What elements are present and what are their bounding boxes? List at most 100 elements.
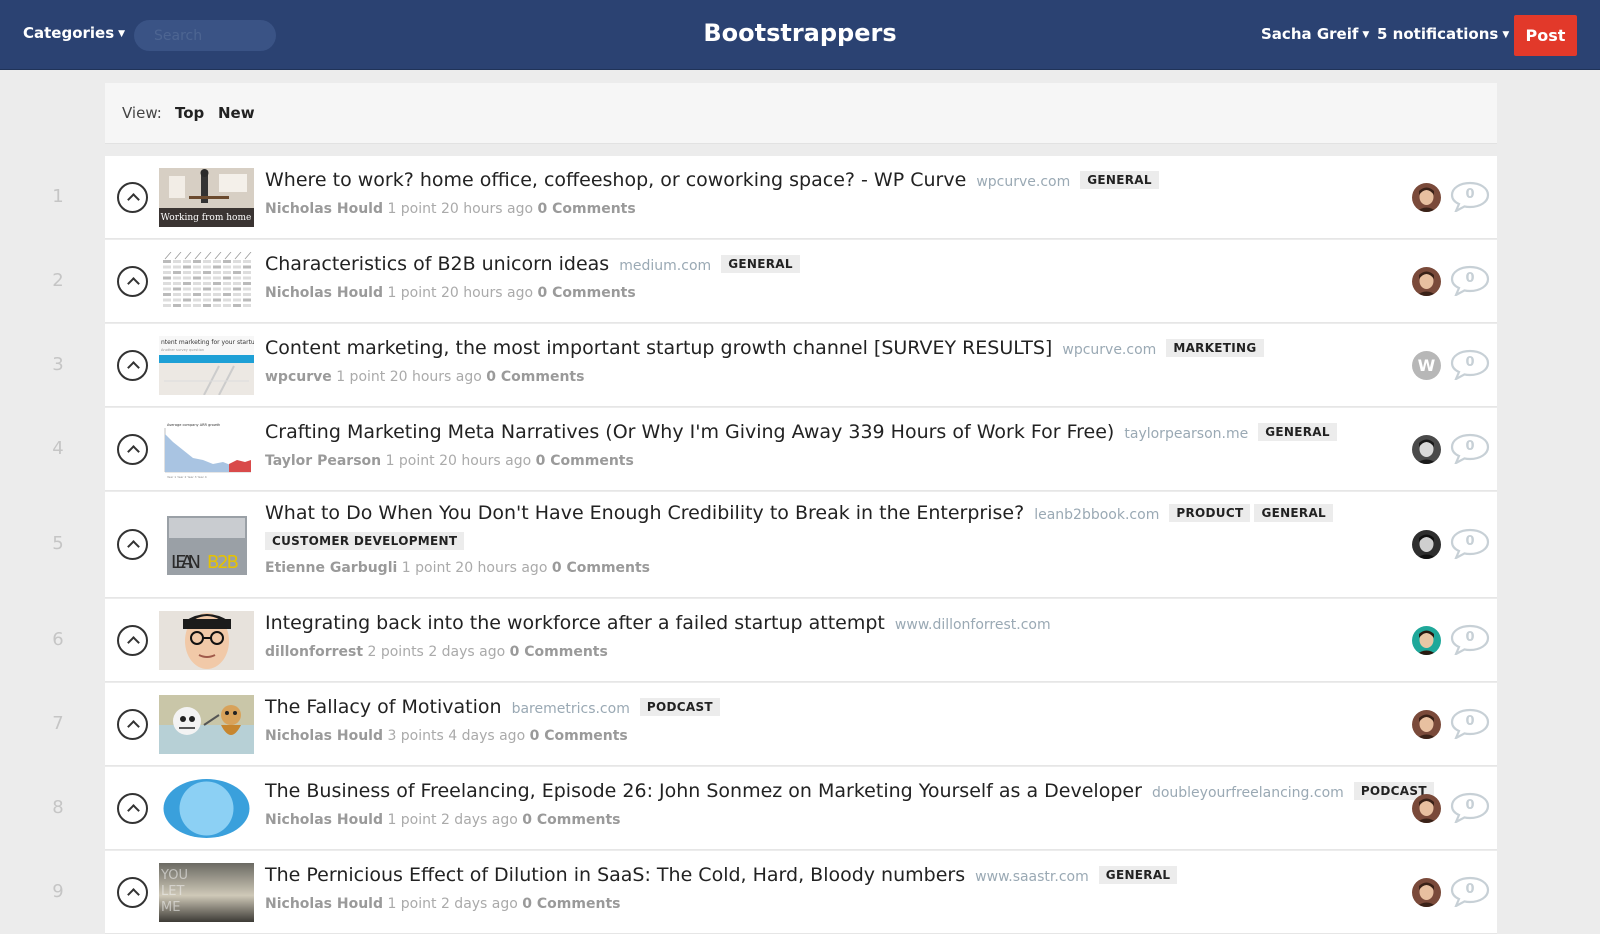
view-label: View: [122, 104, 162, 122]
post-time: 20 hours ago [440, 201, 534, 217]
post-title-link[interactable]: Characteristics of B2B unicorn ideas [265, 253, 609, 275]
post-title-link[interactable]: Crafting Marketing Meta Narratives (Or W… [265, 421, 1114, 443]
post-thumbnail[interactable]: YOU LET ME [159, 863, 254, 922]
author-avatar[interactable] [1412, 625, 1441, 655]
upvote-button[interactable] [117, 529, 148, 560]
post-thumbnail[interactable]: Average company ARR growth Year 1 Year 2 … [159, 420, 254, 479]
author-avatar[interactable]: W [1412, 350, 1441, 380]
post-title-link[interactable]: Content marketing, the most important st… [265, 337, 1052, 359]
post-thumbnail[interactable]: ntent marketing for your startup? Another… [159, 336, 254, 395]
comment-bubble-icon[interactable]: 0 [1450, 265, 1490, 297]
post-tag[interactable]: GENERAL [721, 255, 800, 273]
search-input[interactable] [134, 20, 276, 51]
post-thumbnail[interactable] [159, 252, 254, 311]
upvote-button[interactable] [117, 265, 148, 297]
post-tag[interactable]: GENERAL [1254, 504, 1333, 522]
post-tag[interactable]: MARKETING [1166, 339, 1264, 357]
post-title-link[interactable]: What to Do When You Don't Have Enough Cr… [265, 502, 1024, 524]
post-thumbnail[interactable] [159, 779, 254, 838]
post-author[interactable]: Nicholas Hould [265, 201, 383, 217]
upvote-button[interactable] [117, 349, 148, 381]
post-domain[interactable]: wpcurve.com [976, 174, 1070, 190]
post-button[interactable]: Post [1514, 15, 1577, 56]
post-author[interactable]: dillonforrest [265, 644, 363, 660]
post-comments-link[interactable]: 0 Comments [522, 896, 620, 912]
post-domain[interactable]: doubleyourfreelancing.com [1152, 785, 1344, 801]
post-author[interactable]: Nicholas Hould [265, 728, 383, 744]
post-domain[interactable]: medium.com [619, 258, 711, 274]
upvote-button[interactable] [117, 624, 148, 656]
upvote-button[interactable] [117, 792, 148, 824]
post-comments-link[interactable]: 0 Comments [536, 453, 634, 469]
svg-text:Average company ARR growth: Average company ARR growth [167, 423, 220, 427]
comment-bubble-icon[interactable]: 0 [1450, 181, 1490, 213]
post-author[interactable]: Etienne Garbugli [265, 560, 397, 576]
post-thumbnail[interactable] [159, 611, 254, 670]
upvote-button[interactable] [117, 433, 148, 465]
view-top-tab[interactable]: Top [175, 104, 204, 122]
comment-bubble-icon[interactable]: 0 [1450, 433, 1490, 465]
view-new-tab[interactable]: New [218, 104, 255, 122]
post-thumbnail[interactable]: Working from home [159, 168, 254, 227]
post-comments-link[interactable]: 0 Comments [486, 369, 584, 385]
post-domain[interactable]: taylorpearson.me [1124, 426, 1248, 442]
post-tag[interactable]: CUSTOMER DEVELOPMENT [265, 532, 465, 550]
post-comments-link[interactable]: 0 Comments [510, 644, 608, 660]
author-avatar[interactable] [1412, 877, 1441, 907]
comment-bubble-icon[interactable]: 0 [1450, 528, 1490, 561]
post-title-link[interactable]: Integrating back into the workforce afte… [265, 612, 885, 634]
categories-menu[interactable]: Categories ▼ [23, 24, 125, 42]
notifications-menu[interactable]: 5 notifications ▼ [1377, 25, 1509, 43]
comment-bubble-icon[interactable]: 0 [1450, 792, 1490, 824]
post-domain[interactable]: wpcurve.com [1062, 342, 1156, 358]
post-domain[interactable]: www.saastr.com [975, 869, 1089, 885]
post-tag[interactable]: PRODUCT [1169, 504, 1251, 522]
post-tag[interactable]: GENERAL [1080, 171, 1159, 189]
post-domain[interactable]: leanb2bbook.com [1034, 507, 1159, 523]
comment-bubble-icon[interactable]: 0 [1450, 876, 1490, 908]
post-title-link[interactable]: The Business of Freelancing, Episode 26:… [265, 780, 1142, 802]
upvote-button[interactable] [117, 876, 148, 908]
post-rank: 9 [52, 880, 64, 902]
post-tag[interactable]: PODCAST [639, 698, 720, 716]
post-author[interactable]: Nicholas Hould [265, 285, 383, 301]
post-comments-link[interactable]: 0 Comments [552, 560, 650, 576]
post-comments-link[interactable]: 0 Comments [538, 285, 636, 301]
comment-bubble-icon[interactable]: 0 [1450, 349, 1490, 381]
upvote-button[interactable] [117, 181, 148, 213]
post-comments-link[interactable]: 0 Comments [522, 812, 620, 828]
post-tag[interactable]: GENERAL [1098, 866, 1178, 884]
post-domain[interactable]: www.dillonforrest.com [895, 617, 1051, 633]
post-rank: 8 [52, 796, 64, 818]
author-avatar[interactable] [1412, 182, 1441, 212]
comment-count: 0 [1465, 797, 1475, 813]
author-avatar[interactable] [1412, 266, 1441, 296]
svg-text:ME: ME [161, 900, 180, 915]
author-avatar[interactable] [1412, 709, 1441, 739]
post-domain[interactable]: baremetrics.com [512, 701, 630, 717]
post-author[interactable]: wpcurve [265, 369, 332, 385]
comment-count: 0 [1465, 186, 1475, 202]
post-thumbnail[interactable] [159, 695, 254, 754]
post-title-link[interactable]: Where to work? home office, coffeeshop, … [265, 169, 966, 191]
post-title-link[interactable]: The Fallacy of Motivation [265, 696, 502, 718]
post-comments-link[interactable]: 0 Comments [538, 201, 636, 217]
author-avatar[interactable] [1412, 434, 1441, 464]
upvote-button[interactable] [117, 708, 148, 740]
svg-text:ntent marketing for your start: ntent marketing for your startup? [161, 339, 254, 346]
author-avatar[interactable] [1412, 530, 1441, 559]
post-author[interactable]: Nicholas Hould [265, 896, 383, 912]
post-item: 7 The Fallacy of Motivation baremetrics.… [52, 683, 1497, 766]
post-tag[interactable]: GENERAL [1258, 423, 1337, 441]
top-nav-bar: Categories▼ Bootstrappers Sacha Greif▼ 5… [0, 0, 1600, 70]
comment-bubble-icon[interactable]: 0 [1450, 624, 1490, 656]
user-menu[interactable]: Sacha Greif ▼ [1261, 25, 1369, 43]
author-avatar[interactable] [1412, 793, 1441, 823]
comment-bubble-icon[interactable]: 0 [1450, 708, 1490, 740]
post-author[interactable]: Nicholas Hould [265, 812, 383, 828]
post-thumbnail[interactable]: LEAN B2B [159, 515, 254, 575]
post-author[interactable]: Taylor Pearson [265, 453, 381, 469]
post-comments-link[interactable]: 0 Comments [530, 728, 628, 744]
post-rank: 7 [52, 712, 64, 734]
post-title-link[interactable]: The Pernicious Effect of Dilution in Saa… [265, 864, 965, 886]
